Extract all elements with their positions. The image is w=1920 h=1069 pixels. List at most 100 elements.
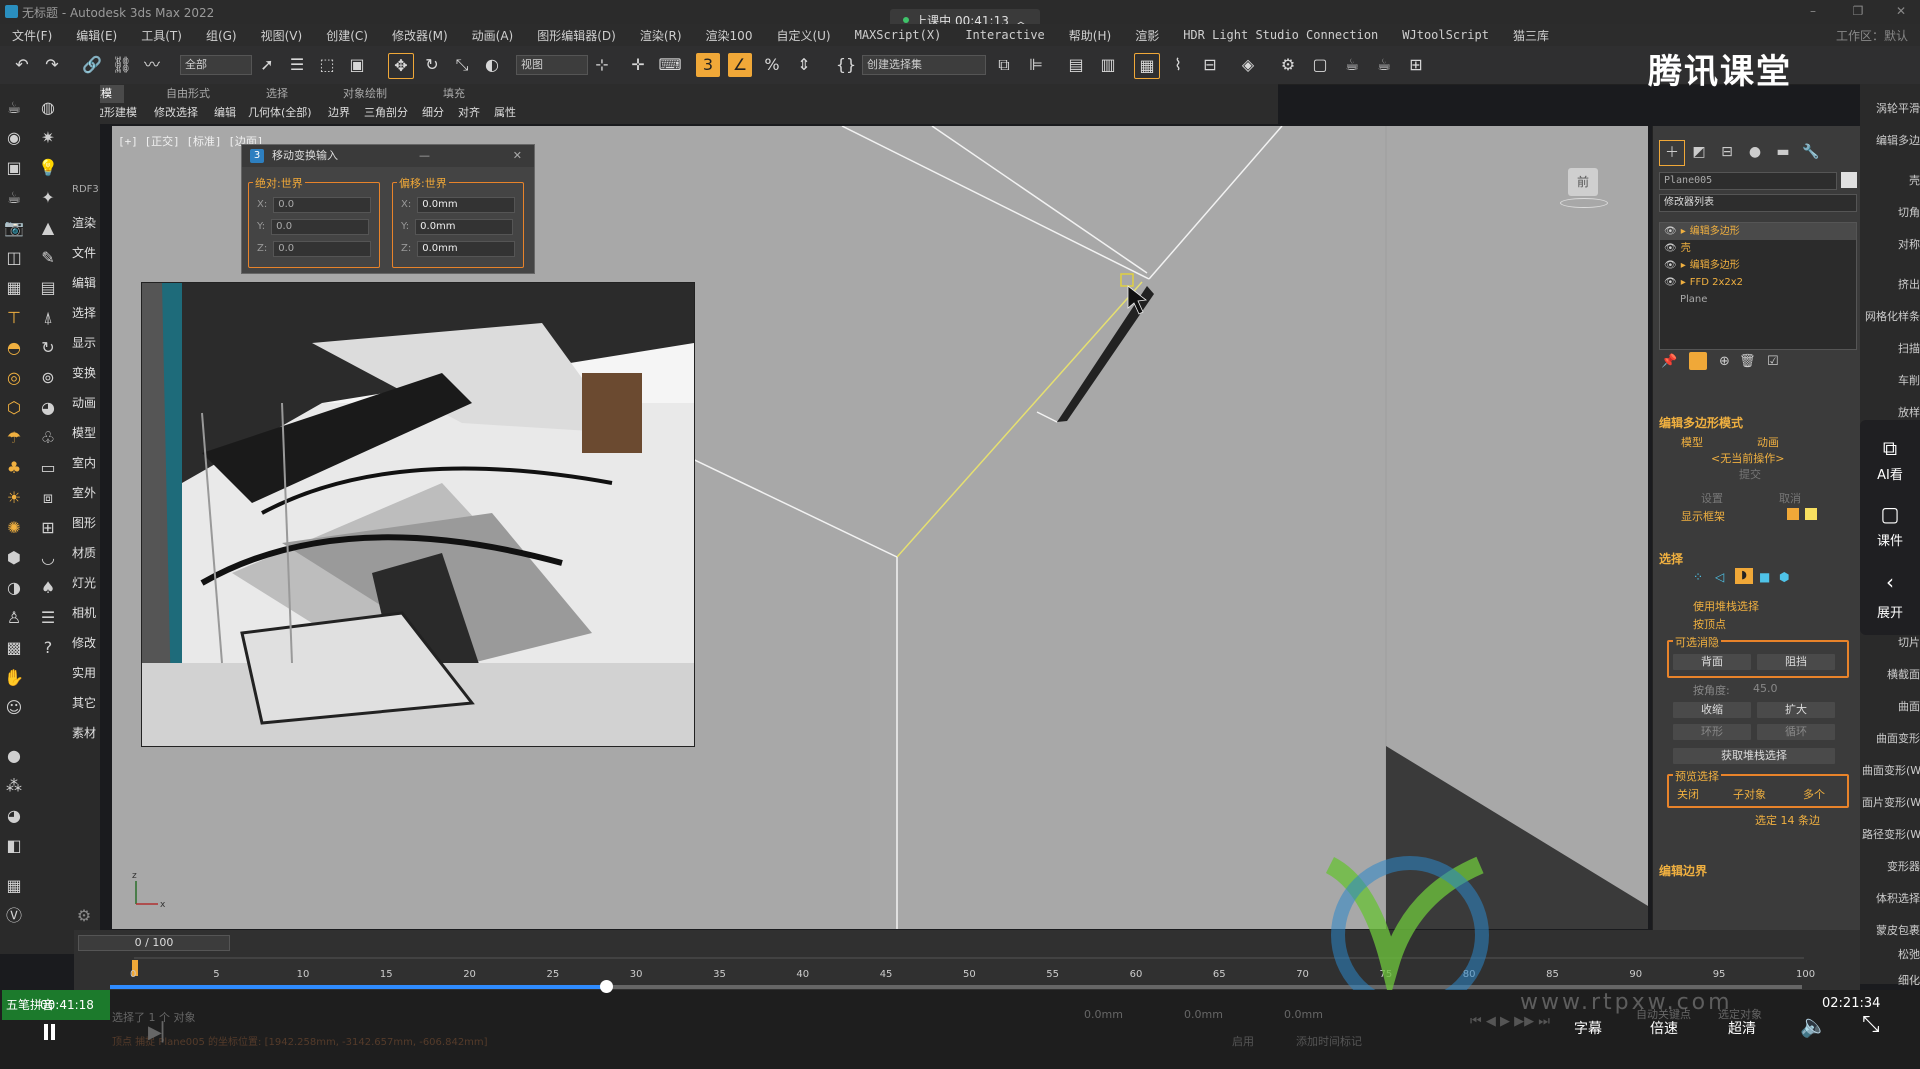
angle-value[interactable]: 45.0 [1753,682,1778,695]
menu-animation[interactable]: 动画(A) [460,27,526,44]
courseware-icon[interactable]: ▢ [1860,502,1920,526]
keyboard-shortcut-icon[interactable]: ⌨ [658,53,682,77]
mod-shortcut-morpher[interactable]: 变形器 [1862,858,1920,874]
v-logo-icon[interactable]: Ⓥ [4,906,24,926]
ribbon-modify-selection[interactable]: 修改选择 [154,105,198,121]
mod-shortcut-surface-deform-w[interactable]: 曲面变形(W) [1862,762,1920,778]
timeline-area[interactable] [74,930,1860,990]
speed-button[interactable]: 倍速 [1650,1018,1678,1038]
menu-create[interactable]: 创建(C) [314,27,380,44]
ribbon-properties[interactable]: 属性 [494,105,516,121]
element-mode-icon[interactable]: ⬢ [1779,570,1789,584]
teapot-orange-icon[interactable]: ☕ [4,188,24,208]
abs-z-field[interactable]: 0.0 [273,240,372,257]
table-icon[interactable]: ⊤ [4,308,24,328]
volume-icon[interactable]: 🔈 [1800,1014,1827,1039]
left-label-model[interactable]: 模型 [72,424,102,441]
eye-icon[interactable]: 👁 [1664,240,1677,257]
left-label-material[interactable]: 材质 [72,544,102,561]
mod-shortcut-lathe[interactable]: 车削 [1862,372,1920,388]
select-by-name-icon[interactable]: ☰ [285,53,309,77]
figure-icon[interactable]: ♙ [4,608,24,628]
stack-item-edit-poly-2[interactable]: 👁 ▸ 编辑多边形 [1660,257,1856,274]
hierarchy-tab-icon[interactable]: ⊟ [1715,140,1739,164]
spinner-snap-icon[interactable]: ⇕ [792,53,816,77]
pause-icon[interactable] [44,1024,58,1040]
mod-shortcut-turbosmooth[interactable]: 涡轮平滑 [1862,100,1920,116]
scene-icon[interactable]: ◧ [4,836,24,856]
bowl-icon[interactable]: ◡ [38,548,58,568]
mod-shortcut-shell[interactable]: 壳 [1862,172,1920,188]
by-angle-checkbox[interactable]: 按角度: [1693,682,1730,698]
section-edit-poly-mode[interactable]: 编辑多边形模式 [1659,414,1743,431]
cube-3d-icon[interactable]: ⬢ [4,548,24,568]
person-icon[interactable]: ☺ [4,698,24,718]
rect-selection-icon[interactable]: ⬚ [315,53,339,77]
menu-tools[interactable]: 工具(T) [129,27,194,44]
ribbon-align[interactable]: 对齐 [458,105,480,121]
eye-icon[interactable]: 👁 [1664,223,1677,240]
moon-icon[interactable]: ◑ [4,578,24,598]
radio-model[interactable]: 模型 [1681,434,1703,450]
section-selection[interactable]: 选择 [1659,550,1683,567]
viewcube-ring[interactable] [1560,198,1608,208]
object-name-field[interactable]: Plane005 [1659,172,1837,190]
unlink-icon[interactable]: ⛓ [110,53,134,77]
left-label-lights[interactable]: 灯光 [72,574,102,591]
undo-icon[interactable]: ↶ [10,53,34,77]
minimize-button[interactable]: – [1805,4,1821,18]
bulb-icon[interactable]: 💡 [38,158,58,178]
align-icon[interactable]: ⊫ [1024,53,1048,77]
polygon-mode-icon[interactable]: ■ [1759,570,1770,584]
dialog-minimize-icon[interactable]: — [419,145,430,167]
cube-icon[interactable]: ◫ [4,248,24,268]
select-rotate-icon[interactable]: ↻ [420,53,444,77]
lamp-icon[interactable]: ⍋ [38,308,58,328]
umbrella-icon[interactable]: ☂ [4,428,24,448]
cancel-button[interactable]: 取消 [1779,490,1801,506]
mod-shortcut-extrude[interactable]: 挤出 [1862,276,1920,292]
mod-shortcut-sweep[interactable]: 扫描 [1862,340,1920,356]
redo-icon[interactable]: ↷ [40,53,64,77]
restore-button[interactable]: ❐ [1850,4,1866,18]
create-tab-icon[interactable]: ＋ [1659,140,1685,166]
configure-sets-icon[interactable]: ☑ [1767,354,1779,369]
left-label-file[interactable]: 文件 [72,244,102,261]
menu-hdr-light-studio[interactable]: HDR Light Studio Connection [1171,28,1390,42]
mod-shortcut-relax[interactable]: 松弛 [1862,946,1920,962]
quality-button[interactable]: 超清 [1728,1018,1756,1038]
offset-x-field[interactable]: 0.0mm [417,196,516,213]
left-label-edit[interactable]: 编辑 [72,274,102,291]
window-crossing-icon[interactable]: ▣ [345,53,369,77]
settings-button[interactable]: 设置 [1701,490,1723,506]
material-editor-icon[interactable]: ◈ [1236,53,1260,77]
named-selection-dropdown[interactable]: 创建选择集 [862,55,986,75]
left-label-assets[interactable]: 素材 [72,724,102,741]
abs-x-field[interactable]: 0.0 [273,196,372,213]
radio-animate[interactable]: 动画 [1757,434,1779,450]
stack-item-shell[interactable]: 👁 壳 [1660,240,1856,257]
ribbon-triangulation[interactable]: 三角剖分 [364,105,408,121]
cylinder-icon[interactable]: ⊚ [38,368,58,388]
preview-off-radio[interactable]: 关闭 [1677,786,1699,802]
make-unique-icon[interactable]: ⊕ [1719,354,1730,369]
bind-spacewarp-icon[interactable]: 〰 [140,53,164,77]
menu-help[interactable]: 帮助(H) [1057,27,1123,44]
coord-x-field[interactable]: 0.0mm [1084,1008,1123,1021]
menu-render100[interactable]: 渲染100 [694,27,765,44]
palette-icon[interactable]: ◕ [38,398,58,418]
rendered-frame-window-icon[interactable]: ▢ [1308,53,1332,77]
commit-button[interactable]: 提交 [1739,466,1761,482]
expand-button[interactable]: 展开 [1860,602,1920,621]
window-frame-icon[interactable]: ⧈ [38,488,58,508]
menu-modifiers[interactable]: 修改器(M) [380,27,460,44]
mod-shortcut-vol-select[interactable]: 体积选择 [1862,890,1920,906]
settings-gear-icon[interactable]: ⚙ [74,906,94,926]
dialog-close-icon[interactable]: ✕ [513,145,522,167]
cage-color-2[interactable] [1805,508,1817,520]
subtitle-button[interactable]: 字幕 [1574,1018,1602,1038]
left-label-other[interactable]: 其它 [72,694,102,711]
burst-icon[interactable]: ✺ [4,518,24,538]
place-icon[interactable]: ◐ [480,53,504,77]
abs-y-field[interactable]: 0.0 [271,218,370,235]
